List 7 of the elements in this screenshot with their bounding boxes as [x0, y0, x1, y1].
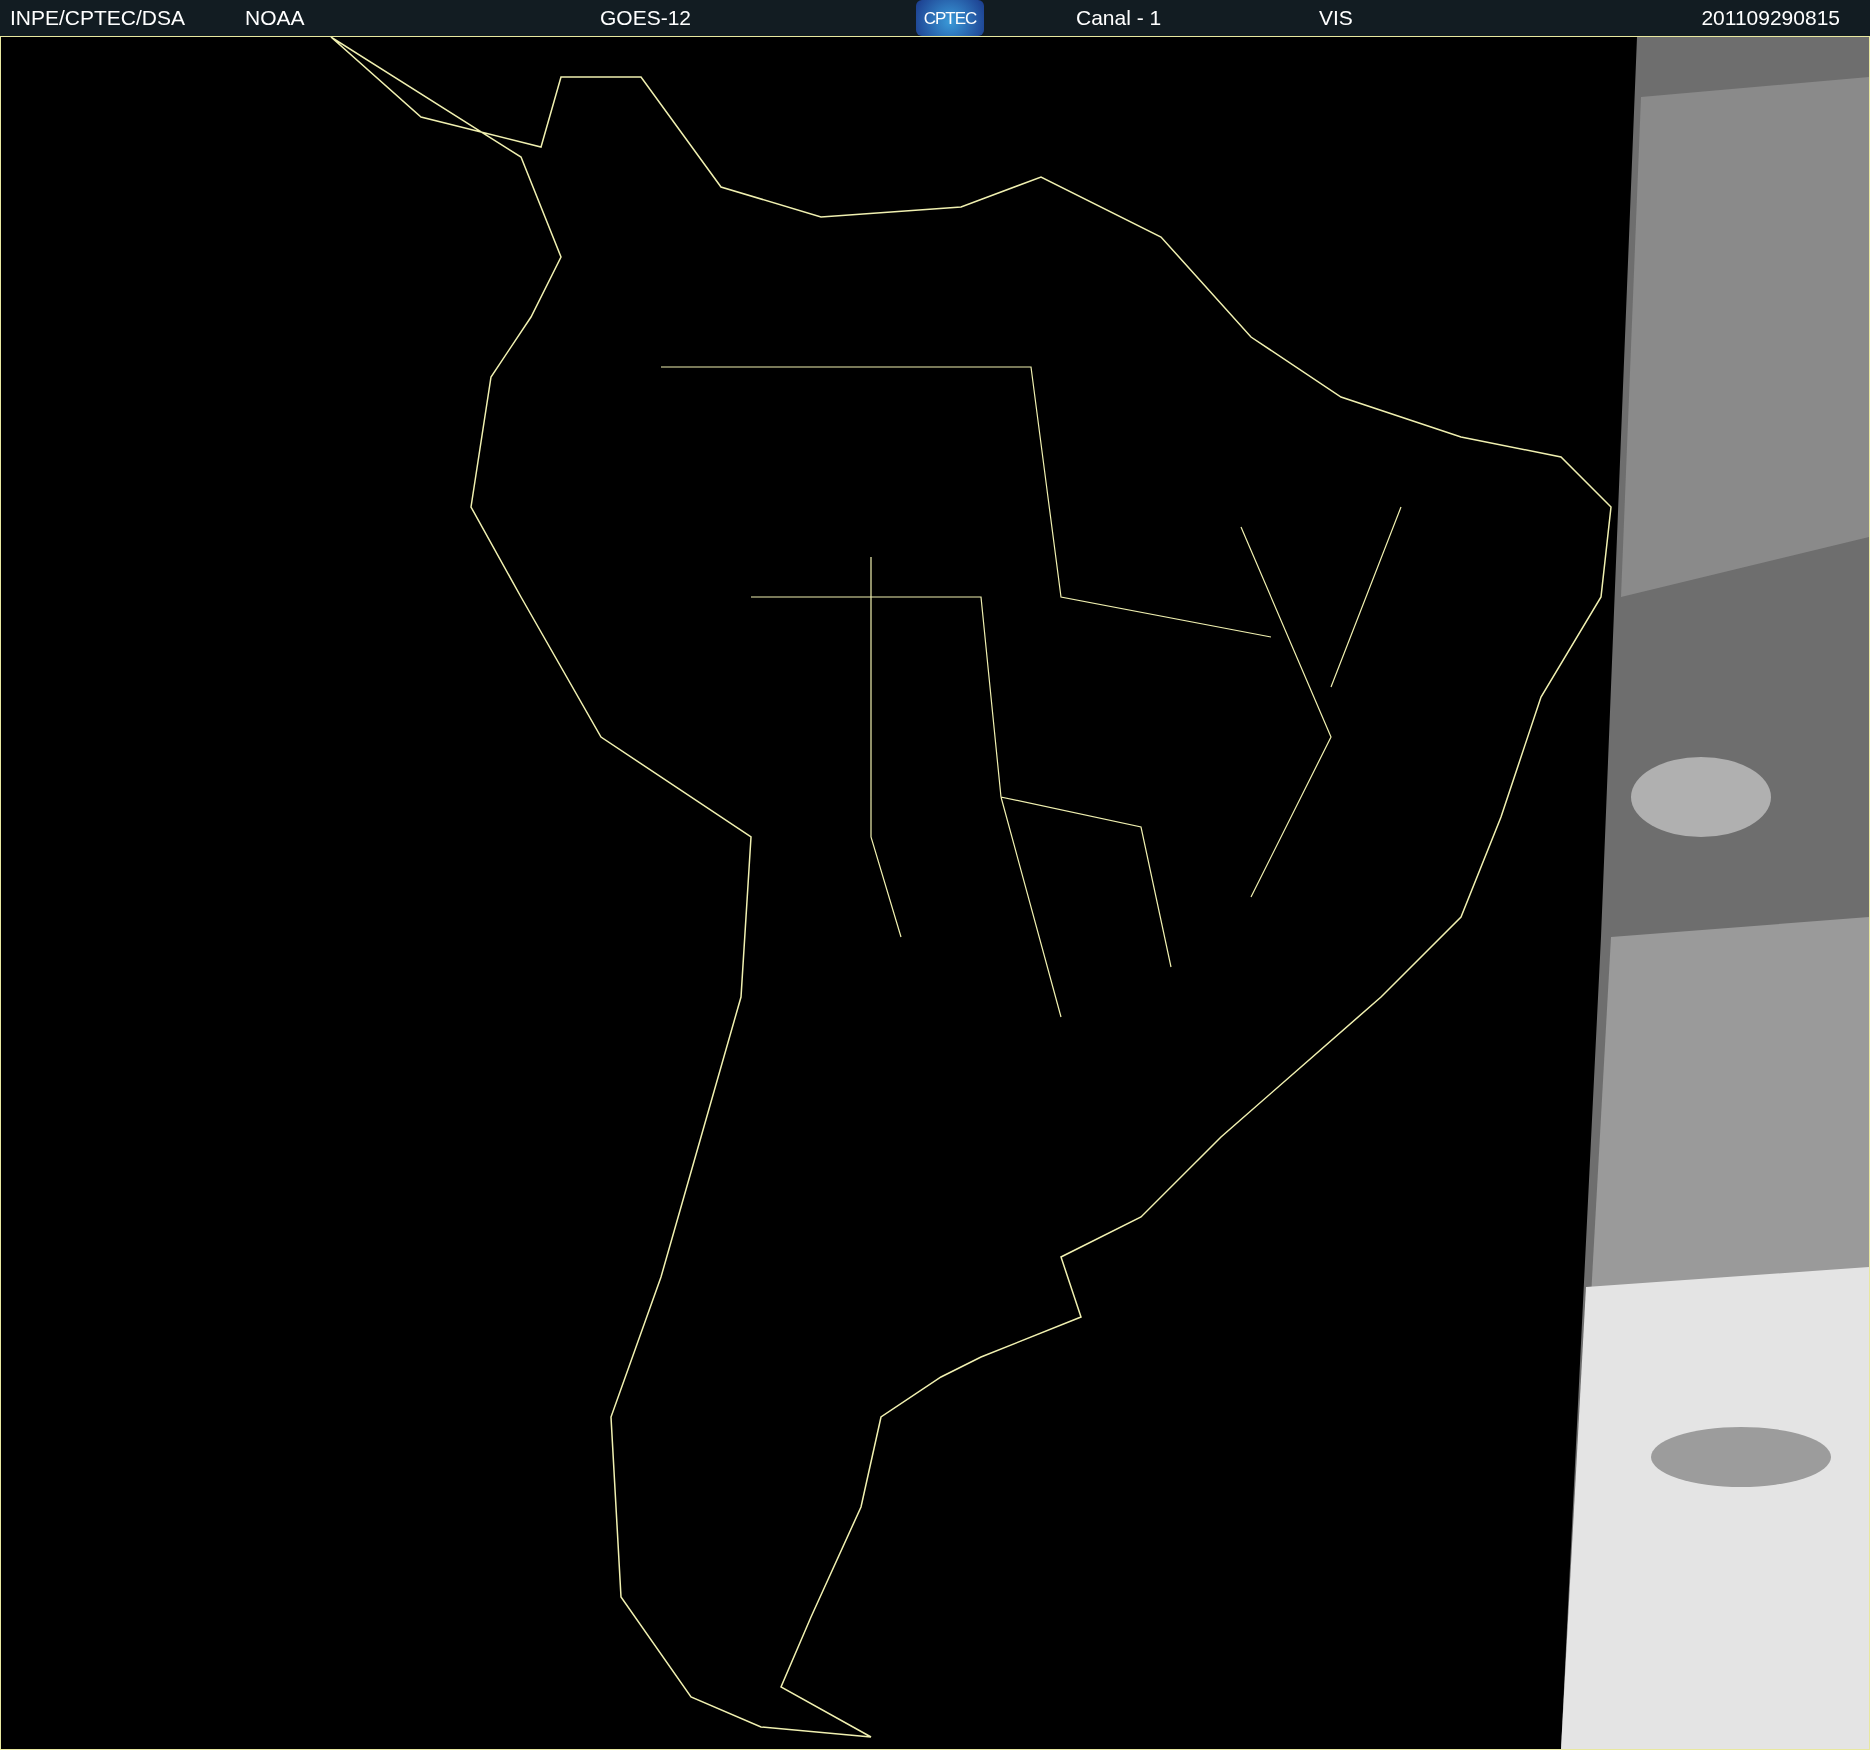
- timestamp-label: 201109290815: [1701, 5, 1840, 32]
- channel-label: Canal - 1: [1076, 5, 1163, 32]
- agency-label: NOAA: [245, 5, 306, 32]
- logo-text: CPTEC: [923, 9, 977, 27]
- band-label: VIS: [1319, 5, 1354, 32]
- satellite-label: GOES-12: [600, 5, 693, 32]
- source-label: INPE/CPTEC/DSA: [10, 5, 187, 32]
